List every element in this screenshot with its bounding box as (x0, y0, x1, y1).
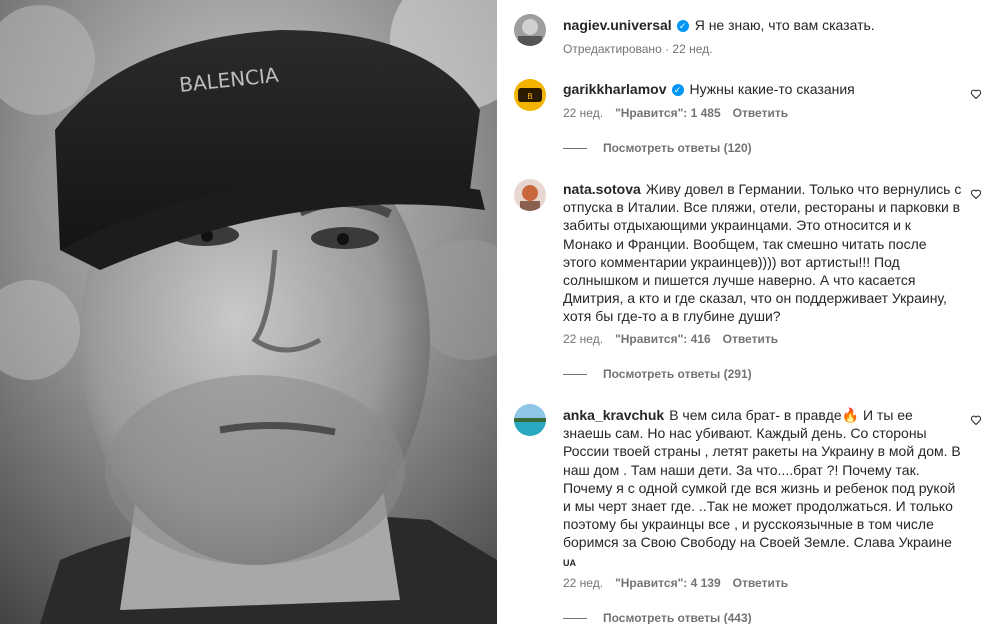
caption-text: Я не знаю, что вам сказать. (694, 17, 875, 33)
post-age[interactable]: 22 нед. (672, 42, 712, 56)
replies-divider (563, 374, 587, 376)
like-heart-icon[interactable] (970, 188, 982, 200)
comment-likes[interactable]: "Нравится": 4 139 (615, 576, 721, 590)
like-heart-icon[interactable] (970, 414, 982, 426)
view-replies-label: Посмотреть ответы (443) (603, 611, 752, 624)
author-username[interactable]: nagiev.universal (563, 17, 672, 33)
author-avatar[interactable] (514, 14, 546, 46)
comment-age[interactable]: 22 нед. (563, 106, 603, 120)
comment-likes[interactable]: "Нравится": 1 485 (615, 106, 721, 120)
edited-label: Отредактировано (563, 42, 662, 56)
verified-badge-icon: ✓ (671, 84, 684, 96)
comment-username[interactable]: nata.sotova (563, 181, 641, 197)
view-replies-button[interactable]: Посмотреть ответы (443) (563, 611, 752, 624)
view-replies-button[interactable]: Посмотреть ответы (291) (563, 367, 752, 381)
comment-meta: 22 нед. "Нравится": 4 139 Ответить (563, 576, 788, 590)
comment-text-block: nata.sotova Живу довел в Германии. Только… (563, 180, 962, 326)
like-heart-icon[interactable] (970, 88, 982, 100)
comments-panel: nagiev.universal ✓ Я не знаю, что вам сказ… (497, 0, 990, 624)
reply-button[interactable]: Ответить (733, 576, 788, 590)
view-replies-label: Посмотреть ответы (120) (603, 141, 752, 155)
view-replies-button[interactable]: Посмотреть ответы (120) (563, 141, 752, 155)
commenter-avatar[interactable]: B (514, 79, 546, 111)
reply-button[interactable]: Ответить (723, 332, 778, 346)
post-meta: Отредактировано · 22 нед. (563, 42, 713, 56)
comment-likes[interactable]: "Нравится": 416 (615, 332, 711, 346)
comment-text-block: anka_kravchuk В чем сила брат- в правде🔥 … (563, 406, 962, 572)
comment-text-block: garikkharlamov ✓ Нужны какие-то сказания (563, 80, 962, 98)
comment-age[interactable]: 22 нед. (563, 332, 603, 346)
comment-meta: 22 нед. "Нравится": 1 485 Ответить (563, 106, 788, 120)
commenter-avatar[interactable] (514, 404, 546, 436)
comment-username[interactable]: garikkharlamov (563, 81, 667, 97)
comment-text: Живу довел в Германии. Только что вернул… (563, 181, 962, 325)
comment-text: Нужны какие-то сказания (689, 81, 855, 97)
replies-divider (563, 148, 587, 150)
comment-username[interactable]: anka_kravchuk (563, 407, 664, 423)
comment-age[interactable]: 22 нед. (563, 576, 603, 590)
comment-text: В чем сила брат- в правде🔥 И ты ее знаеш… (563, 407, 961, 551)
verified-badge-icon: ✓ (676, 20, 689, 32)
svg-text:B: B (527, 92, 533, 101)
view-replies-label: Посмотреть ответы (291) (603, 367, 752, 381)
comment-meta: 22 нед. "Нравится": 416 Ответить (563, 332, 778, 346)
reply-button[interactable]: Ответить (733, 106, 788, 120)
post-caption: nagiev.universal ✓ Я не знаю, что вам сказ… (563, 16, 962, 34)
replies-divider (563, 618, 587, 620)
ua-flag: UA (563, 557, 576, 568)
post-photo[interactable]: BALENCIA (0, 0, 497, 624)
commenter-avatar[interactable] (514, 179, 546, 211)
